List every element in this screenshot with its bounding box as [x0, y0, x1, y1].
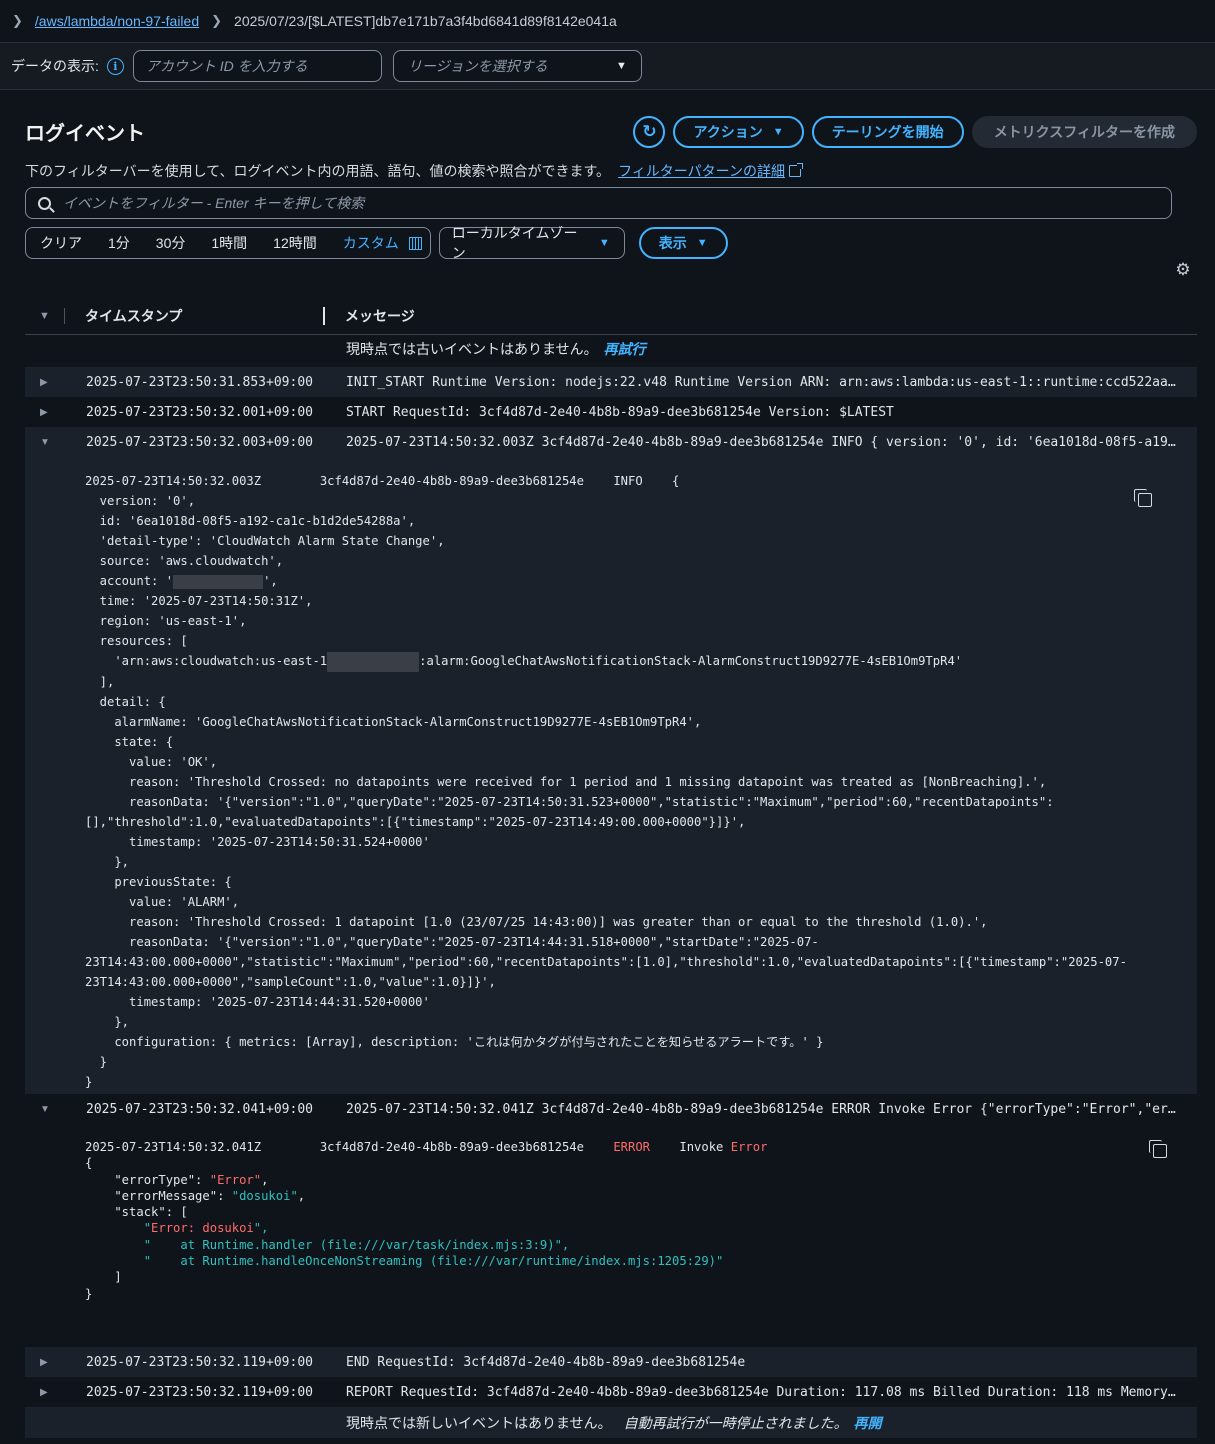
time-12h-button[interactable]: 12時間 — [273, 233, 317, 253]
data-display-bar: データの表示: i アカウント ID を入力する リージョンを選択する ▼ — [0, 43, 1215, 90]
table-row[interactable]: ▶ 2025-07-23T23:50:32.119+09:00 END Requ… — [25, 1347, 1197, 1377]
time-1h-button[interactable]: 1時間 — [211, 233, 247, 253]
table-row[interactable]: ▼ 2025-07-23T23:50:32.041+09:00 2025-07-… — [25, 1094, 1197, 1124]
copy-icon[interactable] — [1134, 489, 1152, 507]
expand-row-icon[interactable]: ▶ — [25, 1357, 86, 1368]
calendar-icon[interactable] — [408, 236, 422, 250]
row-message: END RequestId: 3cf4d87d-2e40-4b8b-89a9-d… — [346, 1354, 746, 1370]
breadcrumb-log-stream: 2025/07/23/[$LATEST]db7e171b7a3f4bd6841d… — [234, 13, 617, 29]
account-id-input[interactable]: アカウント ID を入力する — [132, 50, 382, 82]
expand-row-icon[interactable]: ▶ — [25, 407, 86, 418]
copy-icon[interactable] — [1149, 1140, 1167, 1158]
start-tailing-label: テーリングを開始 — [831, 124, 944, 140]
expand-row-icon[interactable]: ▶ — [25, 377, 86, 388]
data-display-label: データの表示: — [11, 58, 99, 74]
no-older-events-row: 現時点では古いイベントはありません。 再試行 — [25, 335, 1197, 363]
info-icon[interactable]: i — [106, 57, 124, 75]
error-event-body: 2025-07-23T14:50:32.041Z 3cf4d87d-2e40-4… — [85, 1140, 768, 1301]
table-row[interactable]: ▶ 2025-07-23T23:50:31.853+09:00 INIT_STA… — [25, 367, 1197, 397]
page-title: ログイベント — [25, 123, 145, 145]
timezone-select[interactable]: ローカルタイムゾーン ▼ — [438, 225, 625, 261]
table-header: ▼ タイムスタンプ メッセージ — [25, 298, 1197, 335]
expanded-info-event: 2025-07-23T14:50:32.003Z 3cf4d87d-2e40-4… — [25, 457, 1197, 1094]
time-1m-button[interactable]: 1分 — [108, 233, 130, 253]
row-timestamp: 2025-07-23T23:50:32.119+09:00 — [86, 1354, 313, 1370]
auto-retry-paused-text: 自動再試行が一時停止されました。 — [623, 1414, 848, 1431]
caret-down-icon: ▼ — [772, 126, 784, 138]
expand-nav-icon[interactable]: ❯ — [12, 13, 23, 29]
time-clear-button[interactable]: クリア — [40, 233, 82, 253]
caret-down-icon: ▼ — [696, 237, 708, 249]
row-message: 2025-07-23T14:50:32.041Z 3cf4d87d-2e40-4… — [346, 1101, 1176, 1117]
time-range-selector: クリア 1分 30分 1時間 12時間 カスタム — [25, 227, 431, 259]
col-message-header[interactable]: メッセージ — [345, 306, 415, 326]
expand-all-icon[interactable]: ▼ — [25, 310, 65, 322]
row-timestamp: 2025-07-23T23:50:32.041+09:00 — [86, 1101, 313, 1117]
row-timestamp: 2025-07-23T23:50:32.119+09:00 — [86, 1384, 313, 1400]
refresh-button[interactable]: ↻ — [633, 116, 666, 148]
region-select[interactable]: リージョンを選択する ▼ — [392, 50, 642, 82]
log-events-table: ▼ タイムスタンプ メッセージ 現時点では古いイベントはありません。 再試行 ▶… — [25, 298, 1197, 1438]
no-newer-events-text: 現時点では新しいイベントはありません。 — [346, 1414, 612, 1431]
create-metric-filter-label: メトリクスフィルターを作成 — [993, 124, 1175, 140]
table-row[interactable]: ▶ 2025-07-23T23:50:32.119+09:00 REPORT R… — [25, 1377, 1197, 1407]
retry-link[interactable]: 再試行 — [604, 339, 646, 359]
row-message: INIT_START Runtime Version: nodejs:22.v4… — [346, 374, 1176, 390]
refresh-icon: ↻ — [642, 122, 657, 141]
collapse-row-icon[interactable]: ▼ — [25, 437, 86, 448]
redacted-account-id — [327, 651, 420, 672]
actions-dropdown-button[interactable]: アクション ▼ — [673, 116, 804, 148]
display-dropdown-button[interactable]: 表示 ▼ — [638, 227, 728, 259]
filter-pattern-link[interactable]: フィルターパターンの詳細 — [618, 161, 785, 181]
timezone-label: ローカルタイムゾーン — [451, 225, 578, 261]
settings-gear-icon[interactable]: ⚙ — [1175, 261, 1191, 278]
no-older-events-text: 現時点では古いイベントはありません。 — [346, 341, 598, 357]
redacted-account-id — [173, 574, 264, 589]
column-divider — [64, 308, 65, 324]
search-icon — [38, 196, 51, 210]
chevron-right-icon: ❯ — [211, 13, 223, 28]
table-row[interactable]: ▶ 2025-07-23T23:50:32.001+09:00 START Re… — [25, 397, 1197, 427]
actions-label: アクション — [693, 124, 763, 140]
expand-row-icon[interactable]: ▶ — [25, 1387, 86, 1398]
column-resize-handle[interactable] — [323, 307, 325, 325]
start-tailing-button[interactable]: テーリングを開始 — [811, 116, 964, 148]
caret-down-icon: ▼ — [616, 60, 627, 72]
external-link-icon — [788, 163, 803, 177]
region-select-placeholder: リージョンを選択する — [407, 58, 548, 74]
create-metric-filter-button[interactable]: メトリクスフィルターを作成 — [971, 116, 1197, 148]
breadcrumb: ❯ /aws/lambda/non-97-failed ❯ 2025/07/23… — [0, 0, 1215, 43]
col-timestamp-header[interactable]: タイムスタンプ — [85, 306, 323, 326]
display-label: 表示 — [658, 235, 687, 251]
row-timestamp: 2025-07-23T23:50:32.003+09:00 — [86, 434, 313, 450]
row-message: 2025-07-23T14:50:32.003Z 3cf4d87d-2e40-4… — [346, 434, 1176, 450]
collapse-row-icon[interactable]: ▼ — [25, 1104, 86, 1115]
log-events-panel: ログイベント ↻ アクション ▼ テーリングを開始 メトリクスフィルターを作成 … — [0, 90, 1215, 261]
row-message: REPORT RequestId: 3cf4d87d-2e40-4b8b-89a… — [346, 1384, 1176, 1400]
breadcrumb-log-group-link[interactable]: /aws/lambda/non-97-failed — [35, 13, 199, 29]
description-text: 下のフィルターバーを使用して、ログイベント内の用語、語句、値の検索や照合ができま… — [25, 163, 611, 179]
resume-link[interactable]: 再開 — [854, 1413, 882, 1433]
time-30m-button[interactable]: 30分 — [156, 233, 186, 253]
description: 下のフィルターバーを使用して、ログイベント内の用語、語句、値の検索や照合ができま… — [25, 160, 1197, 182]
info-event-body: 2025-07-23T14:50:32.003Z 3cf4d87d-2e40-4… — [85, 474, 1127, 1089]
time-custom-button[interactable]: カスタム — [343, 233, 399, 253]
no-newer-events-row: 現時点では新しいイベントはありません。 自動再試行が一時停止されました。 再開 — [25, 1407, 1197, 1438]
row-message: START RequestId: 3cf4d87d-2e40-4b8b-89a9… — [346, 404, 894, 420]
row-timestamp: 2025-07-23T23:50:31.853+09:00 — [86, 374, 313, 390]
expanded-error-event: 2025-07-23T14:50:32.041Z 3cf4d87d-2e40-4… — [25, 1124, 1197, 1334]
event-filter-input[interactable]: イベントをフィルター - Enter キーを押して検索 — [25, 187, 1172, 219]
table-row[interactable]: ▼ 2025-07-23T23:50:32.003+09:00 2025-07-… — [25, 427, 1197, 457]
row-timestamp: 2025-07-23T23:50:32.001+09:00 — [86, 404, 313, 420]
event-filter-placeholder: イベントをフィルター - Enter キーを押して検索 — [63, 195, 365, 211]
caret-down-icon: ▼ — [598, 237, 610, 249]
